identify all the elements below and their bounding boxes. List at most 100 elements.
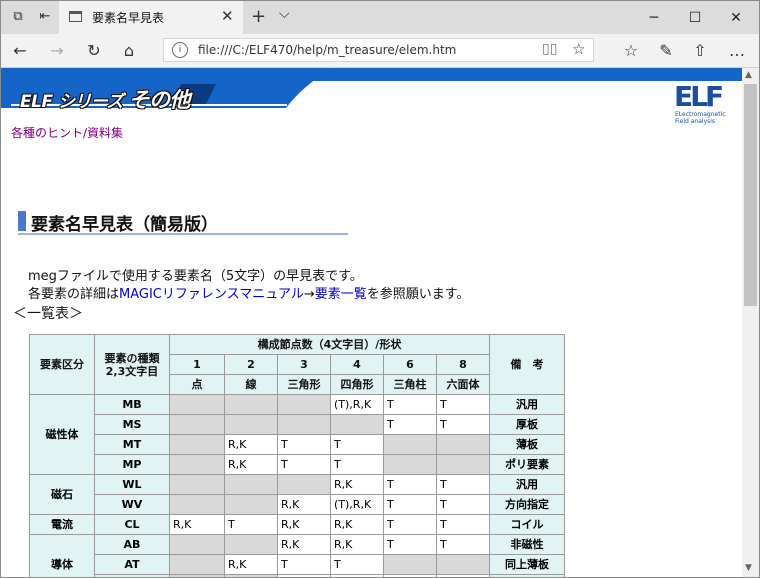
element-code: AB [94, 534, 170, 555]
node-cell: T [436, 514, 490, 535]
reading-view-icon[interactable]: ▯▯ [542, 41, 557, 57]
category-cell: 磁性体 [29, 394, 95, 475]
home-button[interactable]: ⌂ [118, 40, 140, 62]
header-category: 要素区分 [29, 334, 95, 395]
node-cell: T [383, 414, 437, 435]
hint-link[interactable]: 各種のヒント/資料集 [11, 124, 123, 141]
node-cell: T [436, 574, 490, 577]
table-row: 磁石 WL R,K T T 汎用 [29, 474, 565, 515]
tab-active[interactable]: 要素名早見表 ✕ [59, 1, 243, 34]
category-cell: 導体 [29, 534, 95, 577]
close-window-button[interactable]: ✕ [713, 5, 759, 31]
node-cell [224, 494, 278, 515]
header-shape: 六面体 [436, 374, 490, 395]
header-node-count: 6 [383, 354, 437, 375]
address-bar[interactable]: i file:///C:/ELF470/help/m_treasure/elem… [163, 38, 594, 62]
intro-paragraph: megファイルで使用する要素名（5文字）の早見表です。 [28, 269, 363, 284]
info-icon[interactable]: i [172, 42, 188, 58]
node-cell: R,K [224, 454, 278, 475]
node-cell [169, 394, 225, 415]
note-cell: 磁性 [489, 574, 565, 577]
node-cell: T [277, 554, 331, 575]
node-cell [436, 454, 490, 475]
node-cell [224, 534, 278, 555]
node-cell: R,K [330, 474, 384, 495]
node-cell [169, 574, 225, 577]
page-content: ELF シリーズ その他 ELF ELectromagnetic Field an… [1, 68, 742, 577]
element-list-link[interactable]: 要素一覧 [315, 287, 367, 302]
new-tab-button[interactable]: + [251, 6, 266, 27]
node-cell: (T),R,K [330, 394, 384, 415]
set-tabs-aside-icon[interactable]: ⇤ [37, 9, 53, 25]
table-row: MS T T 厚板 [30, 414, 565, 435]
header-note: 備 考 [489, 334, 565, 395]
maximize-button[interactable]: ☐ [672, 5, 718, 31]
title-bar: ⧉ ⇤ 要素名早見表 ✕ + ⌵ ─ ☐ ✕ [1, 1, 759, 34]
elf-logo: ELF [674, 80, 724, 113]
node-cell: T [383, 474, 437, 495]
header-shape: 点 [169, 374, 225, 395]
element-code: WL [94, 474, 170, 495]
favorites-list-icon[interactable]: ☆ [620, 40, 642, 62]
header-shape: 線 [224, 374, 278, 395]
url-text[interactable]: file:///C:/ELF470/help/m_treasure/elem.h… [198, 43, 456, 57]
node-cell [169, 454, 225, 475]
back-button[interactable]: ← [9, 40, 31, 62]
node-cell: T [277, 454, 331, 475]
node-cell [224, 574, 278, 577]
node-cell [383, 434, 437, 455]
table-row: MT R,K T T 薄板 [30, 434, 565, 455]
element-code: WV [94, 494, 170, 515]
refresh-button[interactable]: ↻ [83, 40, 105, 62]
browser-window: ⧉ ⇤ 要素名早見表 ✕ + ⌵ ─ ☐ ✕ ← → ↻ ⌂ i file://… [0, 0, 760, 578]
node-cell: (T),R,K [330, 494, 384, 515]
node-cell: T [436, 474, 490, 495]
scroll-up-icon[interactable]: ▲ [745, 70, 752, 80]
header-node-count: 8 [436, 354, 490, 375]
category-cell: 磁石 [29, 474, 95, 515]
node-cell: R,K [330, 574, 384, 577]
node-cell: T [436, 414, 490, 435]
vertical-scrollbar[interactable]: ▲ ▼ [742, 68, 759, 577]
note-cell: 薄板 [489, 434, 565, 455]
page-icon [69, 11, 82, 22]
favorite-star-icon[interactable]: ☆ [572, 40, 585, 58]
address-toolbar: ← → ↻ ⌂ i file:///C:/ELF470/help/m_treas… [1, 34, 759, 68]
more-menu-icon[interactable]: … [726, 40, 748, 62]
header-node-count: 4 [330, 354, 384, 375]
node-cell [383, 454, 437, 475]
minimize-button[interactable]: ─ [631, 5, 677, 31]
note-cell: 汎用 [489, 394, 565, 415]
table-row: 導体 AB R,K R,K T T 非磁性 [29, 534, 565, 577]
magic-reference-link[interactable]: MAGICリファレンスマニュアル [119, 287, 304, 302]
node-cell: T [383, 394, 437, 415]
node-cell [169, 434, 225, 455]
section-underline [18, 233, 348, 235]
pen-notes-icon[interactable]: ✎ [655, 40, 677, 62]
node-cell: R,K [330, 534, 384, 555]
header-shape: 三角柱 [383, 374, 437, 395]
note-cell: 非磁性 [489, 534, 565, 555]
tab-list-chevron-icon[interactable]: ⌵ [279, 6, 290, 22]
elf-logo-subtitle: ELectromagnetic Field analysis [675, 111, 726, 125]
note-cell: 方向指定 [489, 494, 565, 515]
node-cell: R,K [277, 574, 331, 577]
scroll-down-icon[interactable]: ▼ [745, 563, 752, 573]
node-cell [169, 474, 225, 495]
scroll-thumb[interactable] [744, 84, 757, 306]
node-cell [277, 474, 331, 495]
tab-actions-icon[interactable]: ⧉ [10, 9, 26, 25]
tab-close-icon[interactable]: ✕ [221, 7, 234, 25]
node-cell: R,K [330, 514, 384, 535]
node-cell [383, 554, 437, 575]
node-cell: T [383, 534, 437, 555]
node-cell [436, 434, 490, 455]
table-row: 電流 CL R,K T R,K R,K T T コイル [29, 514, 565, 535]
element-code: CL [94, 514, 170, 535]
node-cell: R,K [224, 434, 278, 455]
category-cell: 電流 [29, 514, 95, 535]
node-cell [224, 414, 278, 435]
share-icon[interactable]: ⇧ [689, 40, 711, 62]
header-type: 要素の種類 2,3文字目 [94, 334, 170, 395]
forward-button[interactable]: → [46, 40, 68, 62]
